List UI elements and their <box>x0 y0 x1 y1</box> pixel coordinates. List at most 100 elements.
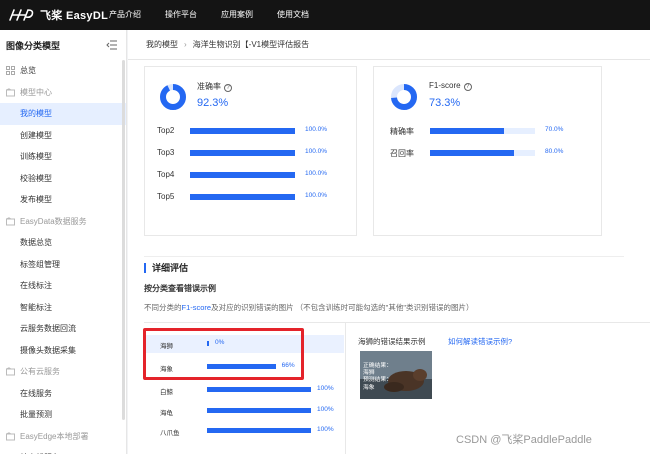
class-row[interactable]: 白鲸 100% <box>144 381 344 399</box>
sidebar: 图像分类模型 总览模型中心我的模型创建模型训练模型校验模型发布模型 EasyDat… <box>0 30 127 454</box>
sidebar-item-12[interactable]: 云服务数据回流 <box>0 318 126 340</box>
f1-metric-label: 召回率 <box>390 149 414 158</box>
sidebar-item-label: 训练模型 <box>20 152 52 161</box>
top-k-percent: 100.0% <box>305 126 328 133</box>
class-f1-percent: 100% <box>317 406 334 413</box>
accuracy-label: 准确率? <box>197 81 232 92</box>
sidebar-group-7: EasyData数据服务 <box>0 211 126 233</box>
brand-name: 飞桨 EasyDL <box>40 10 109 22</box>
class-row[interactable]: 八爪鱼 100% <box>144 422 344 440</box>
top-k-row: Top5 100.0% <box>157 192 335 202</box>
top-k-label: Top3 <box>157 148 175 157</box>
top-k-row: Top2 100.0% <box>157 126 335 136</box>
detail-section-title: 详细评估 <box>144 263 188 273</box>
sidebar-item-0[interactable]: 总览 <box>0 60 126 82</box>
sidebar-item-label: 模型中心 <box>20 87 52 97</box>
nav-platform[interactable]: 操作平台 <box>165 0 197 30</box>
class-f1-bar <box>207 428 311 433</box>
top-k-percent: 100.0% <box>305 170 328 177</box>
sidebar-item-3[interactable]: 创建模型 <box>0 125 126 147</box>
highlight-annotation-box <box>143 328 304 380</box>
nav-docs[interactable]: 使用文档 <box>277 0 309 30</box>
folder-icon <box>6 367 15 376</box>
paddle-logo-icon <box>9 9 34 21</box>
sidebar-item-13[interactable]: 摄像头数据采集 <box>0 340 126 362</box>
collapse-menu-icon[interactable] <box>106 40 118 50</box>
f1-metric-bar-fill <box>430 128 504 134</box>
nav-links: 产品介绍 操作平台 应用案例 使用文档 <box>109 0 333 30</box>
grid-icon <box>6 66 15 75</box>
folder-icon <box>6 87 15 96</box>
sidebar-menu: 总览模型中心我的模型创建模型训练模型校验模型发布模型 EasyData数据服务数据… <box>0 60 126 454</box>
accuracy-value: 92.3% <box>197 97 229 109</box>
class-f1-bar <box>207 387 311 392</box>
class-f1-bar <box>207 408 311 413</box>
main-content: 准确率? 92.3% Top2 100.0% Top3 100.0% Top4 100.0… <box>128 60 650 454</box>
f1-metric-bar <box>430 128 535 134</box>
error-sample-image[interactable]: 正确结果： 海狮 预测结果： 海象 <box>360 351 432 399</box>
logo[interactable]: 飞桨 EasyDL <box>8 5 108 25</box>
help-icon[interactable]: ? <box>224 84 232 92</box>
top-k-bar <box>190 150 295 156</box>
breadcrumb-chevron-icon: › <box>184 40 187 49</box>
accuracy-card: 准确率? 92.3% Top2 100.0% Top3 100.0% Top4 100.0… <box>144 66 357 236</box>
f1-metric-bar <box>430 150 535 156</box>
breadcrumb-my-models[interactable]: 我的模型 <box>146 39 178 50</box>
f1-value: 73.3% <box>429 97 461 109</box>
nav-cases[interactable]: 应用案例 <box>221 0 253 30</box>
sidebar-item-4[interactable]: 训练模型 <box>0 146 126 168</box>
sidebar-item-2[interactable]: 我的模型 <box>0 103 126 125</box>
f1-metric-percent: 80.0% <box>545 148 564 155</box>
help-icon[interactable]: ? <box>463 83 472 91</box>
sidebar-group-14: 公有云服务 <box>0 361 126 383</box>
accuracy-ring-icon <box>160 84 186 110</box>
sidebar-group-1: 模型中心 <box>0 82 126 104</box>
class-f1-bar-fill <box>207 408 311 413</box>
sidebar-scrollbar[interactable] <box>122 60 125 420</box>
class-f1-bar-fill <box>207 428 311 433</box>
sidebar-item-label: 摄像头数据采集 <box>20 345 76 355</box>
sidebar-item-label: 发布模型 <box>20 195 52 204</box>
sidebar-header: 图像分类模型 <box>0 30 126 60</box>
sidebar-item-8[interactable]: 数据总览 <box>0 232 126 254</box>
top-k-bar-fill <box>190 172 295 178</box>
sidebar-item-11[interactable]: 智能标注 <box>0 297 126 319</box>
sample-caption: 正确结果： 海狮 预测结果： 海象 <box>363 363 392 391</box>
top-k-percent: 100.0% <box>305 148 328 155</box>
sidebar-item-label: 在线服务 <box>20 388 52 398</box>
class-name: 八爪鱼 <box>160 430 180 437</box>
sidebar-item-18[interactable]: 纯离线服务 <box>0 447 126 454</box>
sidebar-item-16[interactable]: 批量预测 <box>0 404 126 426</box>
top-k-label: Top5 <box>157 192 175 201</box>
sidebar-item-label: EasyData数据服务 <box>20 216 87 226</box>
how-to-read-link[interactable]: 如何解读错误示例? <box>448 336 512 347</box>
sidebar-item-label: 创建模型 <box>20 130 52 140</box>
top-k-row: Top3 100.0% <box>157 148 335 158</box>
f1-label: F1-score? <box>429 81 472 91</box>
sample-title: 海狮的错误结果示例 <box>358 337 426 346</box>
top-k-percent: 100.0% <box>305 192 328 199</box>
sidebar-item-label: 批量预测 <box>20 410 52 419</box>
sidebar-group-17: EasyEdge本地部署 <box>0 426 126 448</box>
f1-ring-icon <box>391 84 417 110</box>
sidebar-item-10[interactable]: 在线标注 <box>0 275 126 297</box>
folder-icon <box>6 431 15 440</box>
folder-icon <box>6 216 15 225</box>
sidebar-item-label: 我的模型 <box>20 109 52 118</box>
f1-metric-row: 精确率 70.0% <box>390 126 575 136</box>
error-examples-description: 不同分类的F1-score及对应的识别错误的图片 （不包含训练时可能勾选的"其他… <box>144 303 474 312</box>
sidebar-item-label: 公有云服务 <box>20 367 60 376</box>
f1-metric-label: 精确率 <box>390 127 414 136</box>
sidebar-item-15[interactable]: 在线服务 <box>0 383 126 405</box>
f1-metric-bar-fill <box>430 150 514 156</box>
class-row[interactable]: 海龟 100% <box>144 402 344 420</box>
sidebar-item-6[interactable]: 发布模型 <box>0 189 126 211</box>
top-k-bar <box>190 172 295 178</box>
sidebar-item-9[interactable]: 标签组管理 <box>0 254 126 276</box>
sidebar-item-5[interactable]: 校验模型 <box>0 168 126 190</box>
f1-card: F1-score? 73.3% 精确率 70.0% 召回率 80.0% <box>373 66 602 236</box>
divider <box>144 256 624 257</box>
nav-product-intro[interactable]: 产品介绍 <box>109 0 141 30</box>
breadcrumb: 我的模型 › 海洋生物识别【-V1模型评估报告 <box>128 30 650 60</box>
top-k-bar <box>190 128 295 134</box>
